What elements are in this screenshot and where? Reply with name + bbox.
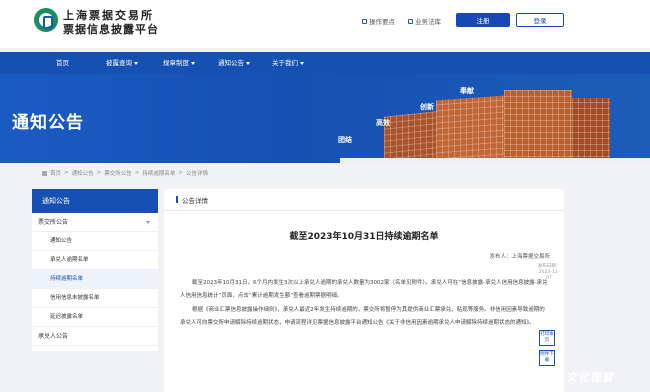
sidebar-item-notices[interactable]: 通知公告 <box>32 232 158 251</box>
ops-guide-link[interactable]: 操作要点 <box>362 16 395 26</box>
sidebar-item-undisclosed[interactable]: 信用信息未披露名单 <box>32 289 158 308</box>
article-body: 截至2023年10月31日，6个月内发生3次以上承兑人逾期的承兑人数量为3002… <box>180 277 548 331</box>
watermark: 文化视窗 <box>566 371 614 384</box>
sidebar-item-continuous-overdue[interactable]: 持续逾期名单 <box>32 270 158 289</box>
register-button[interactable]: 注册 <box>456 13 510 27</box>
chevron-down-icon <box>134 61 138 65</box>
article-panel: 公告详情 截至2023年10月31日持续逾期名单 发布人：上海票据交易所 截至2… <box>164 189 564 392</box>
banner-title: 通知公告 <box>12 113 84 133</box>
publish-date: 发布日期：2023-11-07 <box>537 264 561 281</box>
chevron-down-icon <box>246 61 250 65</box>
page-title: 截至2023年10月31日持续逾期名单 <box>289 232 439 242</box>
paragraph: 截至2023年10月31日，6个月内发生3次以上承兑人逾期的承兑人数量为3002… <box>180 280 548 299</box>
building-graphic <box>572 98 610 163</box>
chevron-down-icon <box>146 221 150 224</box>
banner-word: 创新 <box>420 103 434 111</box>
login-button[interactable]: 登录 <box>516 13 564 27</box>
banner-word: 团结 <box>338 136 352 144</box>
banner-word: 奉献 <box>460 87 474 95</box>
chevron-down-icon <box>300 61 304 65</box>
site-header: 上海票据交易所 票据信息披露平台 操作要点 业务法库 注册 登录 <box>0 0 650 48</box>
breadcrumb: 首页 > 通知公告 > 票交所公告 > 持续逾期名单 > 公告详情 <box>32 166 620 180</box>
sidebar-item-overdue[interactable]: 承兑人逾期名单 <box>32 251 158 270</box>
banner-word: 高效 <box>376 119 390 127</box>
sidebar-item-delayed[interactable]: 延迟披露名单 <box>32 308 158 327</box>
home-icon[interactable] <box>42 170 47 176</box>
nav-disclosure[interactable]: 披露查询 <box>106 52 138 74</box>
download-button[interactable]: 附件下载 <box>539 350 555 366</box>
chevron-down-icon <box>191 61 195 65</box>
building-graphic <box>384 111 436 163</box>
accent-bar <box>176 196 178 203</box>
logo-icon[interactable] <box>34 8 58 32</box>
nav-about[interactable]: 关于我们 <box>272 52 304 74</box>
law-library-link[interactable]: 业务法库 <box>408 16 441 26</box>
nav-home[interactable]: 首页 <box>56 52 69 74</box>
breadcrumb-item[interactable]: 票交所公告 <box>104 169 132 177</box>
sidebar-group-acceptor[interactable]: 承兑人公告 <box>32 327 158 346</box>
logo-subtitle[interactable]: 票据信息披露平台 <box>63 21 159 37</box>
breadcrumb-item[interactable]: 持续逾期名单 <box>142 169 175 177</box>
sidebar-title: 通知公告 <box>32 189 158 213</box>
paragraph: 根据《商业汇票信息披露操作细则》，承兑人最近2年发生持续逾期的，票交所将暂停为其… <box>180 307 545 326</box>
print-button[interactable]: 打印本页 <box>539 330 555 346</box>
breadcrumb-item[interactable]: 首页 <box>50 169 61 177</box>
plaza-graphic <box>340 158 650 163</box>
section-header: 公告详情 <box>164 189 564 211</box>
sidebar: 通知公告 票交所公告 通知公告 承兑人逾期名单 持续逾期名单 信用信息未披露名单… <box>32 189 158 351</box>
book-icon <box>408 18 413 24</box>
publisher: 发布人：上海票据交易所 <box>489 254 550 260</box>
breadcrumb-item[interactable]: 通知公告 <box>72 169 94 177</box>
building-graphic <box>504 90 572 163</box>
nav-rules[interactable]: 规章制度 <box>163 52 195 74</box>
document-icon <box>362 18 367 24</box>
sidebar-group-exchange[interactable]: 票交所公告 <box>32 213 158 232</box>
law-library-label: 业务法库 <box>415 18 441 26</box>
building-graphic <box>436 95 504 163</box>
main-nav: 首页 披露查询 规章制度 通知公告 关于我们 <box>0 52 650 74</box>
page-banner: 通知公告 团结 高效 创新 奉献 <box>0 74 650 163</box>
section-title: 公告详情 <box>182 196 208 205</box>
breadcrumb-current: 公告详情 <box>186 171 209 177</box>
nav-notices[interactable]: 通知公告 <box>218 52 250 74</box>
ops-guide-label: 操作要点 <box>369 18 395 26</box>
